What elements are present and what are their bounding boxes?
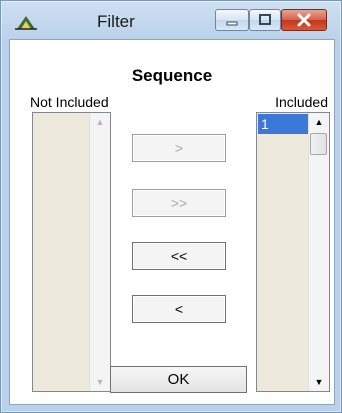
list-item[interactable]: 1 [258, 114, 308, 134]
not-included-label: Not Included [30, 94, 109, 110]
maximize-button[interactable] [249, 9, 281, 31]
filter-window: Filter Sequence Not Included Included ▲ … [0, 0, 342, 413]
included-scrollbar[interactable]: ▲ ▼ [308, 113, 329, 391]
included-list[interactable]: 1 ▲ ▼ [256, 112, 330, 392]
scrollbar-thumb[interactable] [310, 133, 327, 155]
scroll-up-arrow-icon[interactable]: ▲ [90, 113, 110, 131]
scroll-down-arrow-icon[interactable]: ▼ [309, 373, 329, 391]
window-title: Filter [97, 12, 135, 31]
included-label: Included [275, 94, 328, 110]
minimize-button[interactable] [215, 9, 249, 31]
add-one-button[interactable]: > [132, 134, 226, 162]
not-included-scrollbar[interactable]: ▲ ▼ [89, 113, 110, 391]
title-bar[interactable]: Filter [1, 1, 341, 39]
add-all-button[interactable]: >> [132, 189, 226, 217]
scroll-up-arrow-icon[interactable]: ▲ [309, 113, 329, 131]
maximize-icon [259, 14, 271, 25]
close-icon [297, 13, 311, 27]
scroll-down-arrow-icon[interactable]: ▼ [90, 373, 110, 391]
dialog-heading: Sequence [131, 66, 213, 85]
close-button[interactable] [281, 9, 327, 31]
app-logo-icon [15, 16, 37, 30]
minimize-icon [226, 21, 238, 26]
remove-all-button[interactable]: << [132, 242, 226, 270]
dialog-body: Sequence Not Included Included ▲ ▼ > >> … [9, 39, 335, 405]
remove-one-button[interactable]: < [132, 295, 226, 323]
not-included-list[interactable]: ▲ ▼ [32, 112, 111, 392]
ok-button[interactable]: OK [110, 366, 247, 393]
